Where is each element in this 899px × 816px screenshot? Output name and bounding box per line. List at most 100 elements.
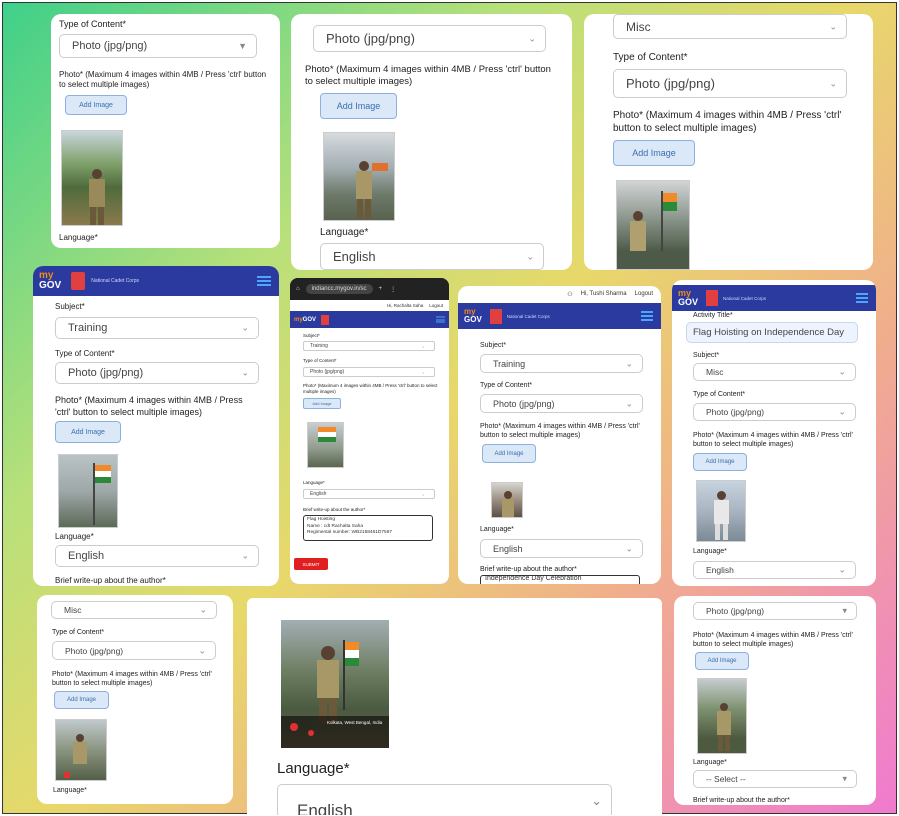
chevron-down-icon: ⌄	[591, 793, 602, 808]
chevron-down-icon: ⌄	[625, 543, 633, 553]
add-image-button[interactable]: Add Image	[695, 652, 749, 670]
language-label: Language*	[693, 548, 727, 555]
type-of-content-label: Type of Content*	[480, 382, 533, 389]
hamburger-menu-icon[interactable]	[856, 291, 868, 305]
language-select[interactable]: English ⌄	[303, 489, 435, 499]
photo-hint-label: Photo* (Maximum 4 images within 4MB / Pr…	[55, 395, 243, 417]
cadet-photo	[502, 491, 514, 517]
brief-writeup-label: Brief write-up about the author*	[55, 576, 166, 585]
photo-hint-label: Photo* (Maximum 4 images within 4MB / Pr…	[613, 110, 842, 134]
chevron-down-icon: ⌄	[838, 564, 846, 575]
language-select[interactable]: English ⌄	[320, 243, 544, 270]
type-of-content-select[interactable]: Photo (jpg/png) ▼	[59, 34, 257, 58]
brief-writeup-textarea[interactable]: Flag Hoisting Name : cdt Rachalta Saha R…	[303, 515, 433, 541]
mygov-header: myGOV	[290, 311, 449, 328]
chevron-down-icon: ⌄	[199, 604, 207, 615]
type-of-content-select[interactable]: Photo (jpg/png) ⌄	[313, 25, 546, 52]
language-select[interactable]: English ⌄	[55, 545, 259, 567]
language-label: Language*	[320, 227, 369, 238]
chevron-down-icon: ⌄	[829, 78, 837, 88]
language-select[interactable]: English ⌄	[277, 784, 612, 815]
screenshot-card-7: my GOV National Cadet Corps Activity Titl…	[672, 280, 876, 586]
screenshot-card-3: Misc ⌄ Type of Content* Photo (jpg/png) ⌄ …	[584, 14, 873, 270]
photo-location-caption: Kolkata, West Bengal, India	[327, 720, 383, 725]
language-select[interactable]: English ⌄	[693, 561, 856, 579]
hamburger-menu-icon[interactable]	[257, 274, 271, 288]
ncc-label: National Cadet Corps	[91, 278, 140, 284]
ncc-logo	[489, 308, 502, 324]
add-image-button[interactable]: Add Image	[613, 140, 695, 166]
chevron-down-icon: ⌄	[421, 343, 425, 349]
language-select[interactable]: English ⌄	[480, 539, 643, 558]
ncc-label: National Cadet Corps	[723, 295, 767, 301]
photo-hint-label: Photo* (Maximum 4 images within 4MB / Pr…	[693, 432, 853, 448]
chevron-down-icon: ⌄	[241, 367, 249, 378]
logout-link[interactable]: Logout	[635, 291, 653, 297]
language-select[interactable]: -- Select -- ▾	[693, 770, 857, 788]
chevron-down-icon: ▾	[842, 605, 847, 616]
photo-hint-label: Photo* (Maximum 4 images within 4MB / Pr…	[303, 383, 438, 394]
type-of-content-select[interactable]: Photo (jpg/png) ⌄	[303, 367, 435, 377]
brief-writeup-textarea[interactable]: Independence Day Celebration	[480, 575, 640, 584]
chevron-down-icon: ⌄	[625, 358, 633, 368]
subject-select[interactable]: Training ⌄	[303, 341, 435, 351]
subject-label: Subject*	[55, 302, 85, 311]
more-options-icon[interactable]: ⋮	[390, 286, 396, 293]
subject-select[interactable]: Misc ⌄	[51, 601, 217, 619]
mygov-header: my GOV National Cadet Corps	[33, 266, 279, 296]
language-label: Language*	[480, 526, 514, 533]
uploaded-photo-thumbnail	[55, 719, 107, 781]
uploaded-photo-thumbnail	[58, 454, 118, 528]
type-of-content-select[interactable]: Photo (jpg/png) ⌄	[55, 362, 259, 384]
type-of-content-select[interactable]: Photo (jpg/png) ⌄	[693, 403, 856, 421]
subject-select[interactable]: Training ⌄	[55, 317, 259, 339]
add-image-button[interactable]: Add Image	[54, 691, 109, 709]
ncc-logo	[706, 290, 719, 306]
ncc-logo	[71, 272, 86, 290]
ncc-logo	[321, 314, 330, 325]
cadet-photo	[89, 169, 105, 225]
add-image-button[interactable]: Add Image	[65, 95, 127, 115]
mygov-logo: myGOV	[678, 288, 699, 307]
uploaded-photo-thumbnail: Kolkata, West Bengal, India	[281, 620, 389, 748]
browser-address-bar: ⌂ indiancc.mygov.in/sc + ⋮	[290, 278, 449, 300]
activity-title-input[interactable]: Flag Hoisting on Independence Day	[686, 322, 858, 343]
chevron-down-icon: ⌄	[625, 398, 633, 408]
chevron-down-icon: ⌄	[528, 33, 536, 43]
subject-select[interactable]: Training ⌄	[480, 354, 643, 373]
type-of-content-select[interactable]: Photo (jpg/png) ▾	[693, 602, 857, 620]
new-tab-icon[interactable]: +	[379, 286, 383, 292]
logout-link[interactable]: Logout	[429, 303, 443, 308]
uploaded-photo-thumbnail	[491, 482, 523, 518]
hamburger-menu-icon[interactable]	[641, 309, 653, 323]
submit-button[interactable]: SUBMIT	[294, 558, 328, 570]
add-image-button[interactable]: Add Image	[482, 444, 536, 463]
cadet-photo	[281, 640, 389, 748]
add-image-button[interactable]: Add Image	[693, 453, 747, 471]
hamburger-menu-icon[interactable]	[436, 315, 445, 324]
subject-label: Subject*	[480, 342, 507, 349]
language-label: Language*	[303, 480, 325, 485]
subject-select[interactable]: Misc ⌄	[693, 363, 856, 381]
uploaded-photo-thumbnail	[616, 180, 690, 270]
add-image-button[interactable]: Add Image	[320, 93, 397, 119]
subject-select[interactable]: Misc ⌄	[613, 14, 847, 39]
photo-hint-label: Photo* (Maximum 4 images within 4MB / Pr…	[305, 64, 551, 87]
screenshot-card-2: Photo (jpg/png) ⌄ Photo* (Maximum 4 image…	[291, 14, 572, 270]
type-of-content-label: Type of Content*	[303, 358, 337, 363]
type-of-content-select[interactable]: Photo (jpg/png) ⌄	[613, 69, 847, 98]
flag-photo	[93, 463, 111, 525]
type-of-content-select[interactable]: Photo (jpg/png) ⌄	[480, 394, 643, 413]
chevron-down-icon: ▼	[238, 41, 247, 51]
add-image-button[interactable]: Add Image	[55, 421, 121, 443]
home-icon[interactable]: ⌂	[296, 286, 300, 292]
brief-writeup-label: Brief write-up about the author*	[303, 507, 366, 512]
type-of-content-label: Type of Content*	[613, 52, 688, 63]
uploaded-photo-thumbnail	[696, 480, 746, 542]
ncc-label: National Cadet Corps	[506, 313, 550, 319]
chevron-down-icon: ⌄	[198, 645, 206, 655]
type-of-content-select[interactable]: Photo (jpg/png) ⌄	[52, 641, 216, 660]
mygov-logo: myGOV	[464, 307, 482, 324]
add-image-button[interactable]: Add Image	[303, 398, 341, 409]
url-text[interactable]: indiancc.mygov.in/sc	[305, 284, 373, 294]
